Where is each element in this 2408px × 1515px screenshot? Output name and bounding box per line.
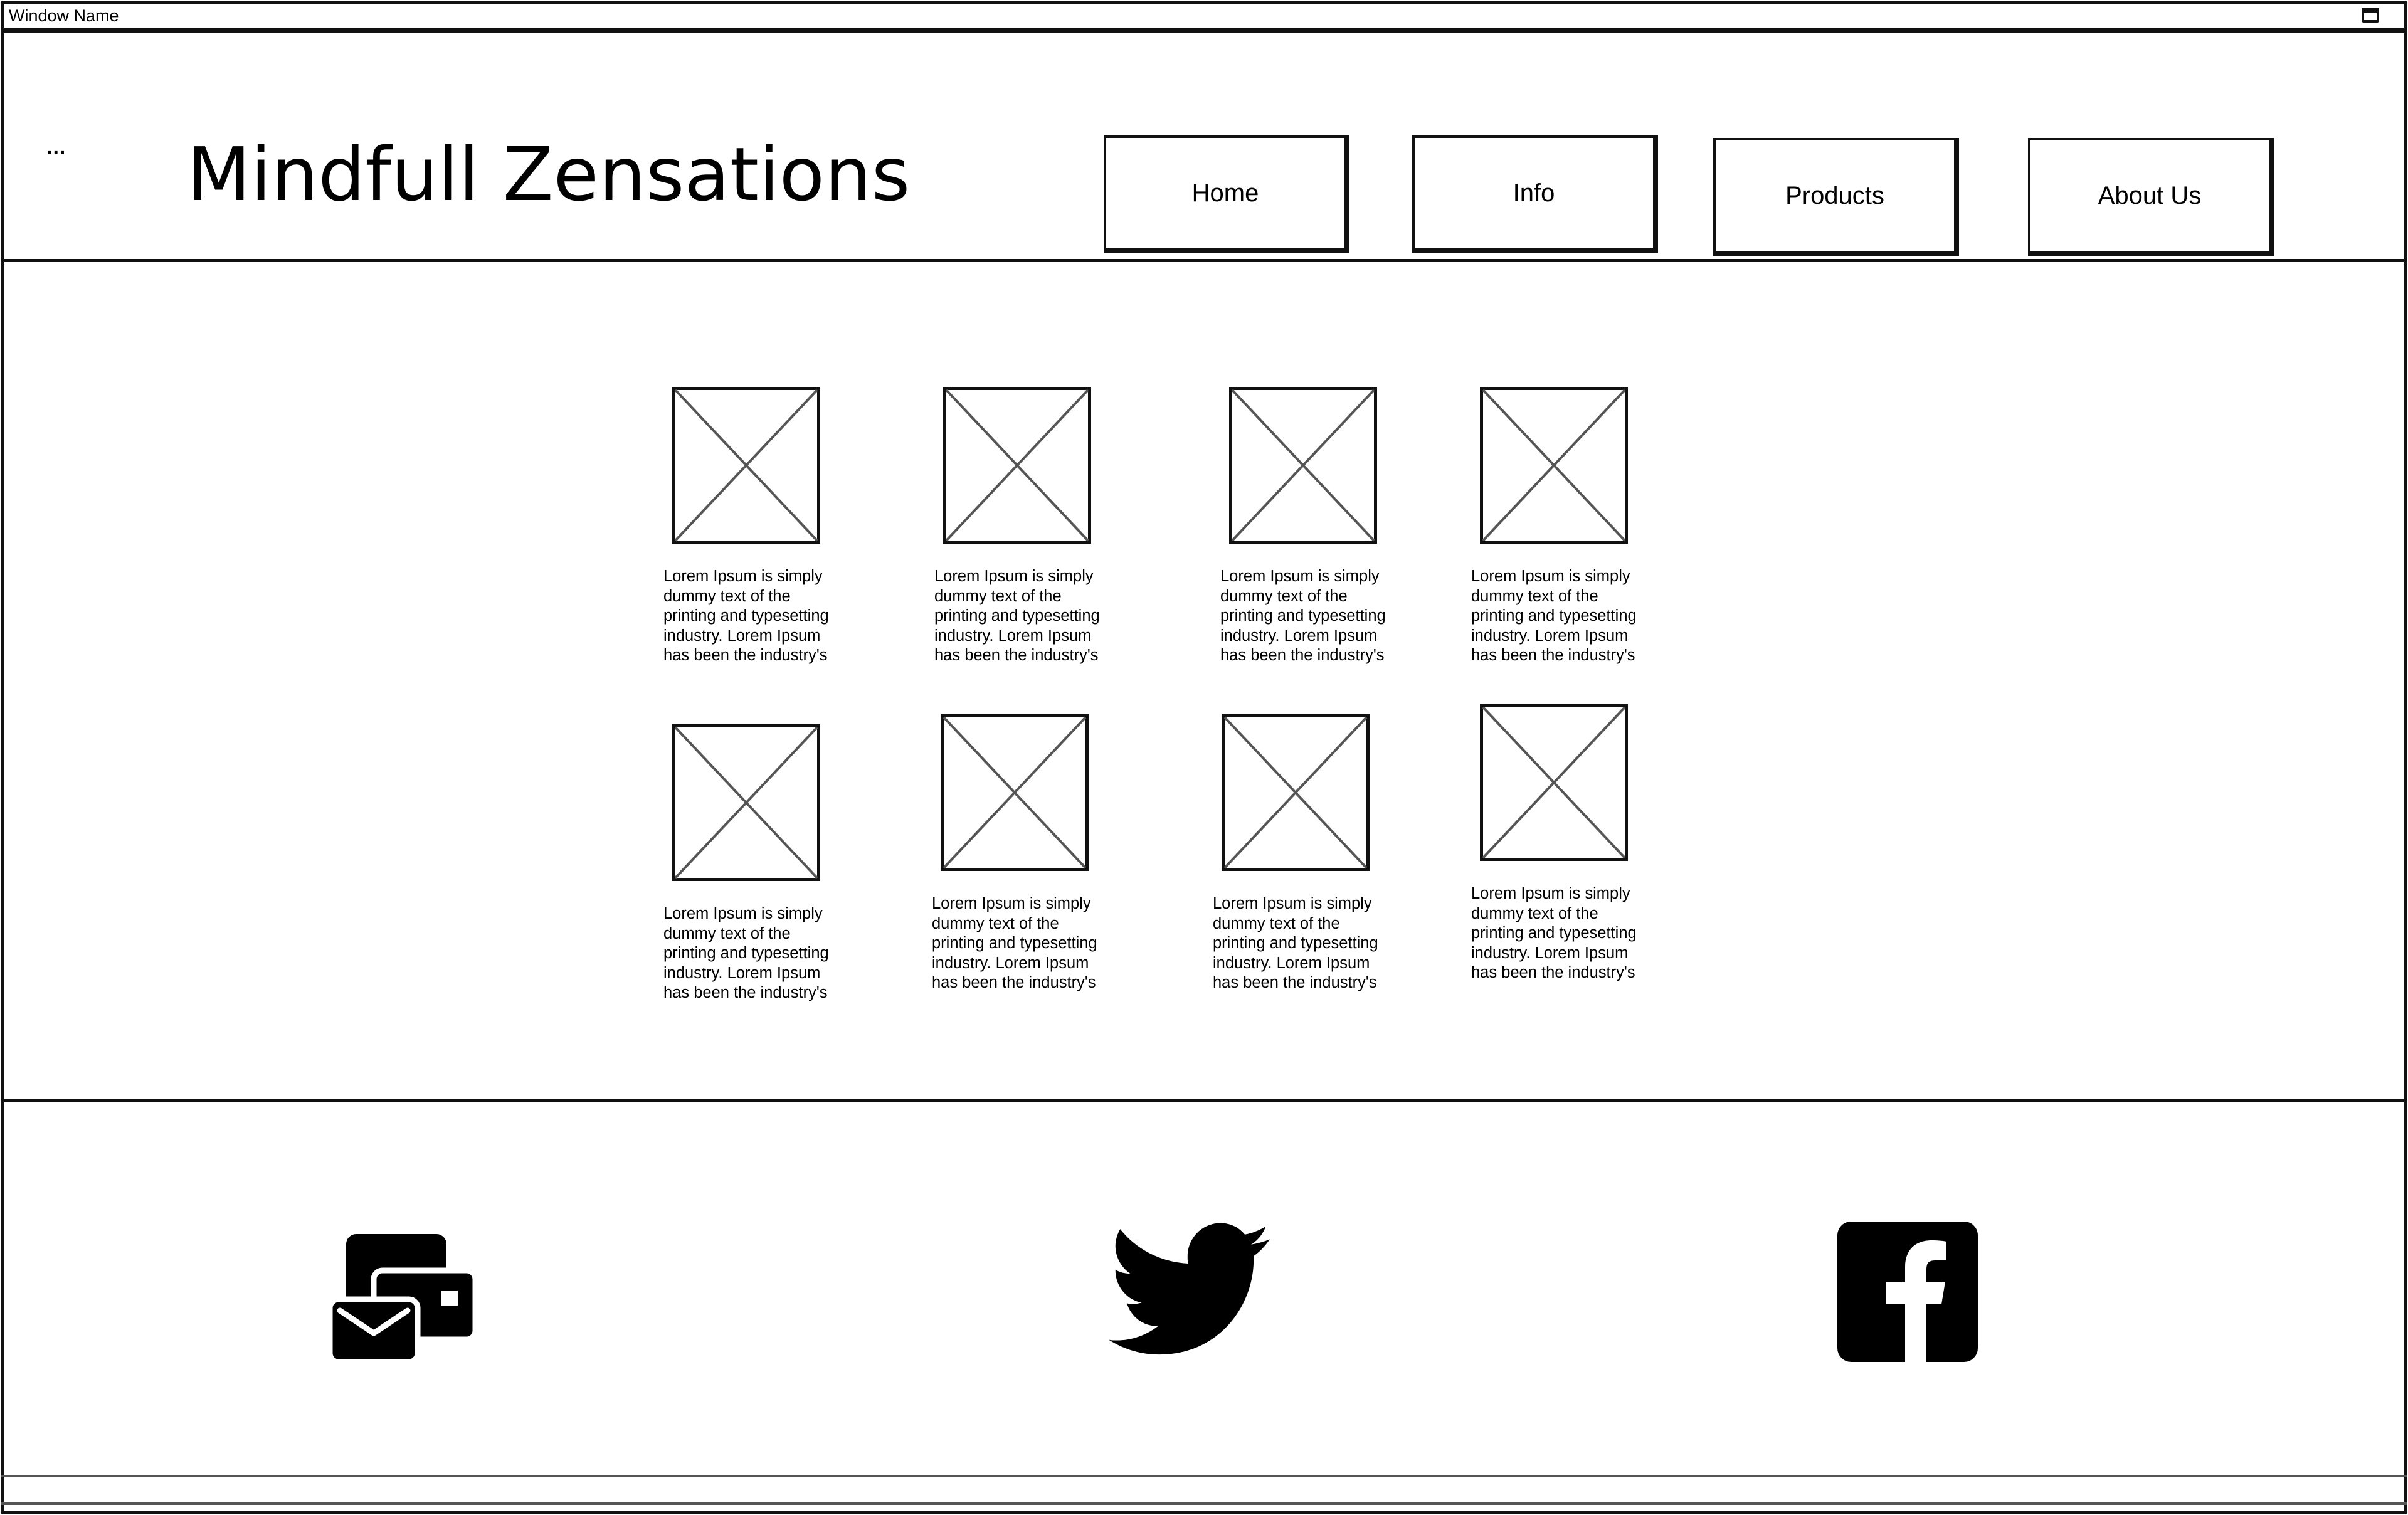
nav-info-button[interactable]: Info [1412, 135, 1658, 253]
image-placeholder-icon [1480, 387, 1628, 544]
image-placeholder-icon [672, 724, 820, 881]
nav-home-button[interactable]: Home [1104, 135, 1349, 253]
facebook-icon[interactable] [1837, 1222, 1978, 1362]
header-divider [1, 259, 2407, 262]
product-caption: Lorem Ipsum is simply dummy text of the … [1471, 885, 1637, 981]
window-bottom-edge [1, 1502, 2407, 1505]
image-placeholder-icon [1229, 387, 1377, 544]
image-placeholder-icon [1480, 704, 1628, 861]
image-placeholder-icon [941, 714, 1089, 871]
product-caption: Lorem Ipsum is simply dummy text of the … [1220, 567, 1386, 664]
nav-about-us-button[interactable]: About Us [2028, 138, 2274, 256]
product-caption: Lorem Ipsum is simply dummy text of the … [1471, 567, 1637, 664]
window-title: Window Name [9, 6, 119, 25]
image-placeholder-icon [672, 387, 820, 544]
title-bar [1, 1, 2407, 33]
image-placeholder-icon [943, 387, 1091, 544]
menu-ellipsis-icon[interactable]: ... [46, 137, 66, 158]
product-caption: Lorem Ipsum is simply dummy text of the … [932, 895, 1097, 991]
email-icon[interactable] [327, 1232, 478, 1365]
product-caption: Lorem Ipsum is simply dummy text of the … [1213, 895, 1378, 991]
window-maximize-icon[interactable] [2362, 8, 2379, 23]
site-title: Mindfull Zensations [187, 131, 911, 218]
content-divider [1, 1099, 2407, 1102]
image-placeholder-icon [1222, 714, 1370, 871]
product-caption: Lorem Ipsum is simply dummy text of the … [663, 905, 829, 1001]
footer-divider [1, 1475, 2407, 1477]
product-caption: Lorem Ipsum is simply dummy text of the … [663, 567, 829, 664]
nav-products-button[interactable]: Products [1713, 138, 1959, 256]
product-caption: Lorem Ipsum is simply dummy text of the … [934, 567, 1100, 664]
twitter-icon[interactable] [1109, 1223, 1270, 1358]
